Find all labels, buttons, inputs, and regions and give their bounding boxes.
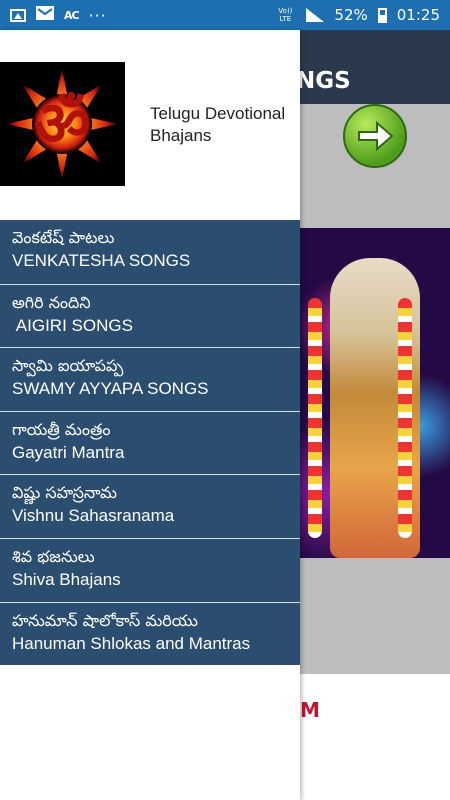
status-left: AC ··· — [10, 6, 107, 25]
volte-icon: Vo)) LTE — [278, 7, 293, 23]
menu-item-english-label: Hanuman Shlokas and Mantras — [12, 633, 251, 653]
drawer-menu-item[interactable]: శివ భజనులు Shiva Bhajans — [0, 537, 300, 602]
drawer-menu-item[interactable]: వెంకటేష్ పాటలు VENKATESHA SONGS — [0, 220, 300, 284]
battery-icon — [377, 7, 387, 23]
drawer-menu-item[interactable]: అగిరి నందిని AIGIRI SONGS — [0, 283, 300, 348]
status-bar: AC ··· Vo)) LTE 52% 01:25 — [0, 0, 450, 30]
drawer-header-title: Telugu Devotional Bhajans — [150, 104, 286, 145]
app-bottom-text: M — [300, 698, 320, 722]
garland-right — [398, 298, 412, 538]
app-toolbar-title: NGS — [296, 68, 351, 94]
menu-item-telugu-label: శివ భజనులు — [12, 546, 95, 566]
om-logo: ॐ — [0, 62, 125, 186]
navigation-drawer: ॐ Telugu Devotional Bhajans వెంకటేష్ పాట… — [0, 30, 300, 800]
menu-item-english-label: Gayatri Mantra — [12, 442, 125, 462]
drawer-menu: వెంకటేష్ పాటలు VENKATESHA SONGS అగిరి నంది… — [0, 220, 300, 666]
menu-item-english-label: SWAMY AYYAPA SONGS — [12, 379, 209, 399]
drawer-header: ॐ Telugu Devotional Bhajans — [0, 30, 300, 218]
clock: 01:25 — [396, 6, 440, 24]
menu-item-telugu-label: స్వామి ఐయాపప్ప — [12, 356, 124, 376]
arrow-right-icon — [358, 120, 394, 152]
drawer-menu-item[interactable]: విష్ణు సహస్రనామ Vishnu Sahasranama — [0, 474, 300, 538]
ac-icon: AC — [64, 8, 80, 22]
next-arrow-button[interactable] — [343, 104, 407, 168]
drawer-menu-item[interactable]: స్వామి ఐయాపప్ప SWAMY AYYAPA SONGS — [0, 347, 300, 411]
menu-item-telugu-label: గాయత్రీ మంత్రం — [12, 419, 111, 439]
menu-item-english-label: Vishnu Sahasranama — [12, 506, 175, 526]
menu-item-telugu-label: హనుమాన్ షాలోకాస్ మరియు — [12, 610, 198, 630]
battery-percent: 52% — [334, 6, 368, 24]
om-symbol: ॐ — [34, 87, 91, 160]
drawer-menu-item[interactable]: గాయత్రీ మంత్రం Gayatri Mantra — [0, 410, 300, 475]
menu-item-english-label: AIGIRI SONGS — [12, 315, 133, 335]
image-icon — [10, 8, 26, 22]
menu-item-telugu-label: విష్ణు సహస్రనామ — [12, 483, 117, 503]
drawer-menu-item[interactable]: హనుమాన్ షాలోకాస్ మరియు Hanuman Shlokas an… — [0, 601, 300, 666]
mail-icon — [36, 6, 54, 24]
more-dots-icon: ··· — [88, 5, 107, 25]
signal-icon — [306, 8, 325, 22]
menu-item-telugu-label: వెంకటేష్ పాటలు — [12, 228, 115, 247]
menu-item-english-label: VENKATESHA SONGS — [12, 251, 191, 270]
garland-left — [308, 298, 322, 538]
status-right: Vo)) LTE 52% 01:25 — [274, 6, 440, 24]
deity-image — [300, 228, 450, 558]
menu-item-english-label: Shiva Bhajans — [12, 569, 121, 589]
menu-item-telugu-label: అగిరి నందిని — [12, 292, 91, 312]
